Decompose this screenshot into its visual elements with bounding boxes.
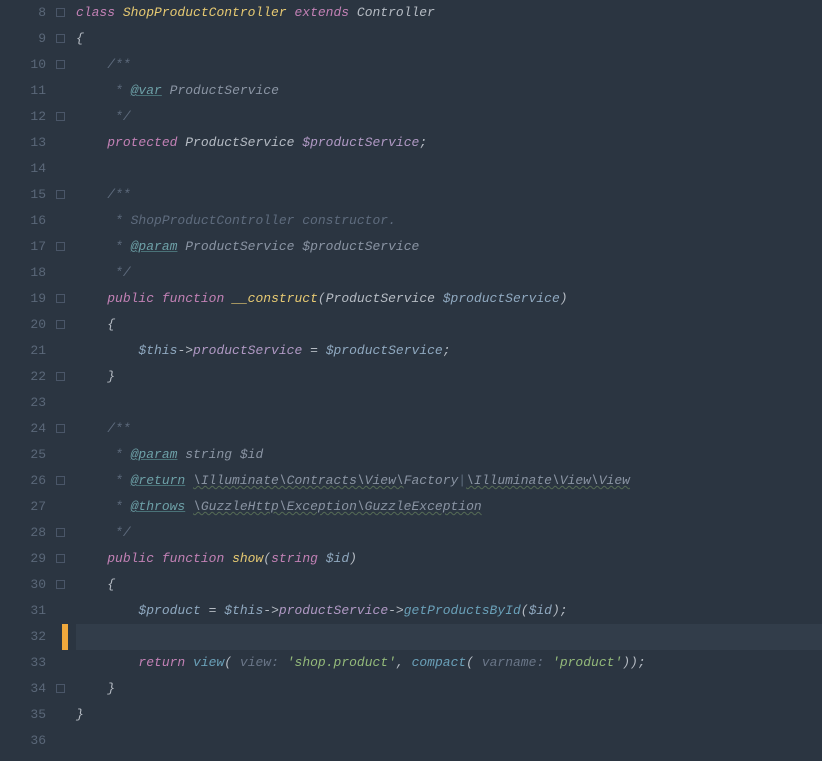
fold-toggle-icon[interactable] (56, 294, 65, 303)
line-number-gutter: 8910111213141516171819202122232425262728… (0, 0, 54, 761)
code-line[interactable]: public function __construct(ProductServi… (76, 286, 822, 312)
code-line[interactable] (76, 390, 822, 416)
line-number: 36 (0, 728, 46, 754)
line-number: 19 (0, 286, 46, 312)
code-line[interactable]: /** (76, 52, 822, 78)
code-line[interactable]: protected ProductService $productService… (76, 130, 822, 156)
code-line[interactable] (76, 728, 822, 754)
line-number: 22 (0, 364, 46, 390)
code-area[interactable]: class ShopProductController extends Cont… (68, 0, 822, 761)
line-number: 9 (0, 26, 46, 52)
line-number: 12 (0, 104, 46, 130)
line-number: 15 (0, 182, 46, 208)
cursor-line-indicator (62, 624, 68, 650)
fold-toggle-icon[interactable] (56, 8, 65, 17)
line-number: 31 (0, 598, 46, 624)
code-line[interactable]: { (76, 572, 822, 598)
code-line[interactable]: } (76, 676, 822, 702)
code-line[interactable]: * @var ProductService (76, 78, 822, 104)
code-line[interactable] (76, 624, 822, 650)
code-line[interactable]: * @throws \GuzzleHttp\Exception\GuzzleEx… (76, 494, 822, 520)
fold-toggle-icon[interactable] (56, 528, 65, 537)
code-line[interactable]: */ (76, 260, 822, 286)
fold-toggle-icon[interactable] (56, 112, 65, 121)
line-number: 35 (0, 702, 46, 728)
code-line[interactable]: } (76, 364, 822, 390)
code-line[interactable]: } (76, 702, 822, 728)
fold-toggle-icon[interactable] (56, 60, 65, 69)
code-line[interactable]: $this->productService = $productService; (76, 338, 822, 364)
code-line[interactable]: */ (76, 104, 822, 130)
code-line[interactable]: return view( view: 'shop.product', compa… (76, 650, 822, 676)
line-number: 18 (0, 260, 46, 286)
fold-toggle-icon[interactable] (56, 34, 65, 43)
line-number: 25 (0, 442, 46, 468)
fold-toggle-icon[interactable] (56, 476, 65, 485)
code-line[interactable]: * @return \Illuminate\Contracts\View\Fac… (76, 468, 822, 494)
line-number: 32 (0, 624, 46, 650)
code-line[interactable]: { (76, 26, 822, 52)
line-number: 11 (0, 78, 46, 104)
line-number: 27 (0, 494, 46, 520)
code-line[interactable]: * @param ProductService $productService (76, 234, 822, 260)
code-line[interactable]: public function show(string $id) (76, 546, 822, 572)
code-line[interactable]: { (76, 312, 822, 338)
code-line[interactable]: /** (76, 416, 822, 442)
fold-toggle-icon[interactable] (56, 424, 65, 433)
fold-toggle-icon[interactable] (56, 190, 65, 199)
line-number: 28 (0, 520, 46, 546)
fold-toggle-icon[interactable] (56, 242, 65, 251)
code-line[interactable]: * ShopProductController constructor. (76, 208, 822, 234)
code-line[interactable]: class ShopProductController extends Cont… (76, 0, 822, 26)
code-line[interactable]: $product = $this->productService->getPro… (76, 598, 822, 624)
code-line[interactable]: /** (76, 182, 822, 208)
line-number: 30 (0, 572, 46, 598)
line-number: 14 (0, 156, 46, 182)
code-line[interactable] (76, 156, 822, 182)
line-number: 17 (0, 234, 46, 260)
line-number: 29 (0, 546, 46, 572)
code-editor[interactable]: 8910111213141516171819202122232425262728… (0, 0, 822, 761)
fold-toggle-icon[interactable] (56, 320, 65, 329)
fold-toggle-icon[interactable] (56, 554, 65, 563)
line-number: 8 (0, 0, 46, 26)
line-number: 16 (0, 208, 46, 234)
line-number: 26 (0, 468, 46, 494)
line-number: 21 (0, 338, 46, 364)
line-number: 33 (0, 650, 46, 676)
line-number: 10 (0, 52, 46, 78)
code-line[interactable]: * @param string $id (76, 442, 822, 468)
line-number: 20 (0, 312, 46, 338)
fold-toggle-icon[interactable] (56, 372, 65, 381)
code-line[interactable]: */ (76, 520, 822, 546)
fold-toggle-icon[interactable] (56, 684, 65, 693)
line-number: 34 (0, 676, 46, 702)
line-number: 13 (0, 130, 46, 156)
line-number: 23 (0, 390, 46, 416)
fold-toggle-icon[interactable] (56, 580, 65, 589)
line-number: 24 (0, 416, 46, 442)
